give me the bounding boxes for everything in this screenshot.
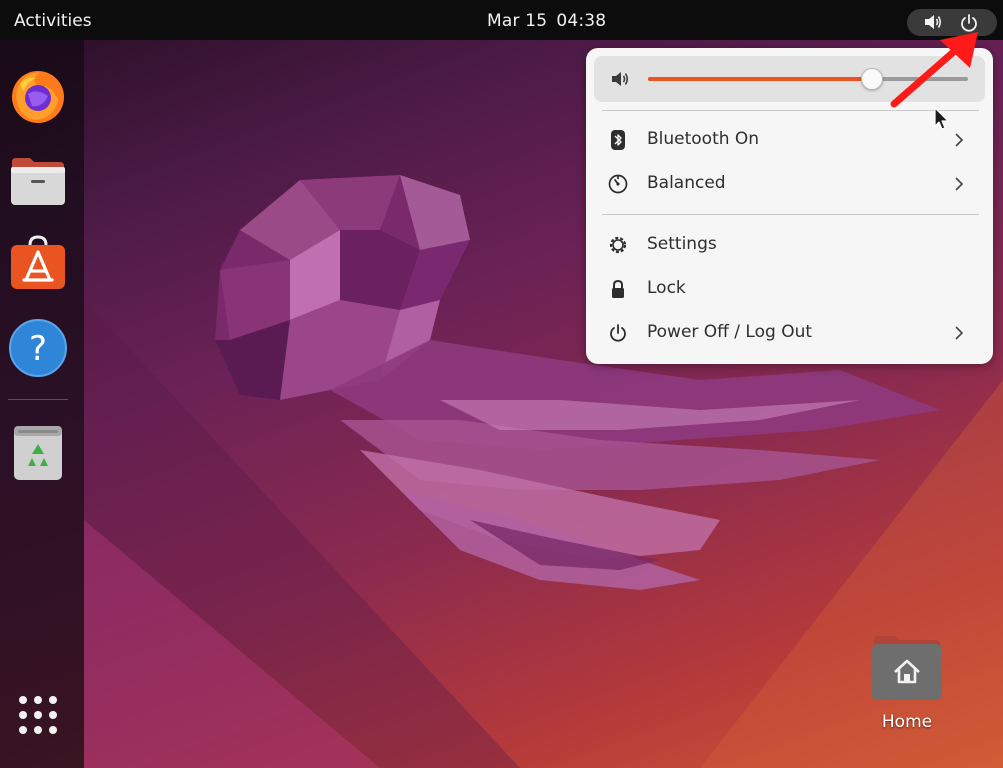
- dock-item-app-center[interactable]: [8, 233, 68, 293]
- volume-slider-handle[interactable]: [861, 68, 883, 90]
- desktop-home-folder[interactable]: [870, 632, 944, 702]
- lock-icon: [608, 279, 628, 299]
- app-store-icon: [11, 235, 65, 289]
- dock-separator: [8, 399, 68, 400]
- chevron-right-icon: [954, 176, 964, 197]
- mouse-cursor: [934, 107, 950, 135]
- show-apps-button[interactable]: [17, 694, 59, 736]
- chevron-right-icon: [954, 132, 964, 153]
- volume-icon: [610, 70, 630, 92]
- menu-item-label: Power Off / Log Out: [647, 322, 813, 342]
- dock-item-files[interactable]: [8, 150, 68, 210]
- menu-item-lock[interactable]: Lock: [594, 269, 985, 309]
- menu-separator: [602, 214, 979, 215]
- top-bar: Activities Mar 15 04:38: [0, 0, 1003, 40]
- clock-date: Mar 15: [487, 11, 548, 31]
- dock-item-help[interactable]: ?: [8, 318, 68, 378]
- dock-item-firefox[interactable]: [8, 66, 68, 126]
- desktop-home-label: Home: [881, 712, 933, 732]
- menu-item-power-off[interactable]: Power Off / Log Out: [594, 313, 985, 353]
- menu-item-settings[interactable]: Settings: [594, 225, 985, 265]
- clock-time: 04:38: [556, 11, 607, 31]
- bluetooth-icon: [608, 130, 628, 150]
- power-icon: [608, 323, 628, 343]
- svg-text:?: ?: [29, 329, 47, 369]
- apps-grid-icon: [19, 696, 57, 734]
- firefox-icon: [12, 71, 64, 123]
- clock[interactable]: Mar 15 04:38: [487, 11, 606, 31]
- menu-item-label: Balanced: [647, 173, 726, 193]
- help-icon: ?: [9, 319, 67, 377]
- menu-item-label: Bluetooth On: [647, 129, 760, 149]
- menu-item-label: Lock: [647, 278, 686, 298]
- dock-item-trash[interactable]: [8, 422, 68, 482]
- volume-slider-fill: [648, 77, 872, 81]
- home-folder-icon: [872, 636, 942, 700]
- menu-item-label: Settings: [647, 234, 717, 254]
- power-profile-icon: [608, 174, 628, 194]
- trash-icon: [14, 426, 62, 480]
- annotation-arrow: [888, 32, 988, 116]
- dock: ?: [0, 40, 84, 768]
- menu-item-power-profile[interactable]: Balanced: [594, 164, 985, 204]
- menu-item-bluetooth[interactable]: Bluetooth On: [594, 120, 985, 160]
- gear-icon: [608, 235, 628, 255]
- files-icon: [11, 158, 65, 205]
- chevron-right-icon: [954, 325, 964, 346]
- activities-button[interactable]: Activities: [14, 11, 92, 31]
